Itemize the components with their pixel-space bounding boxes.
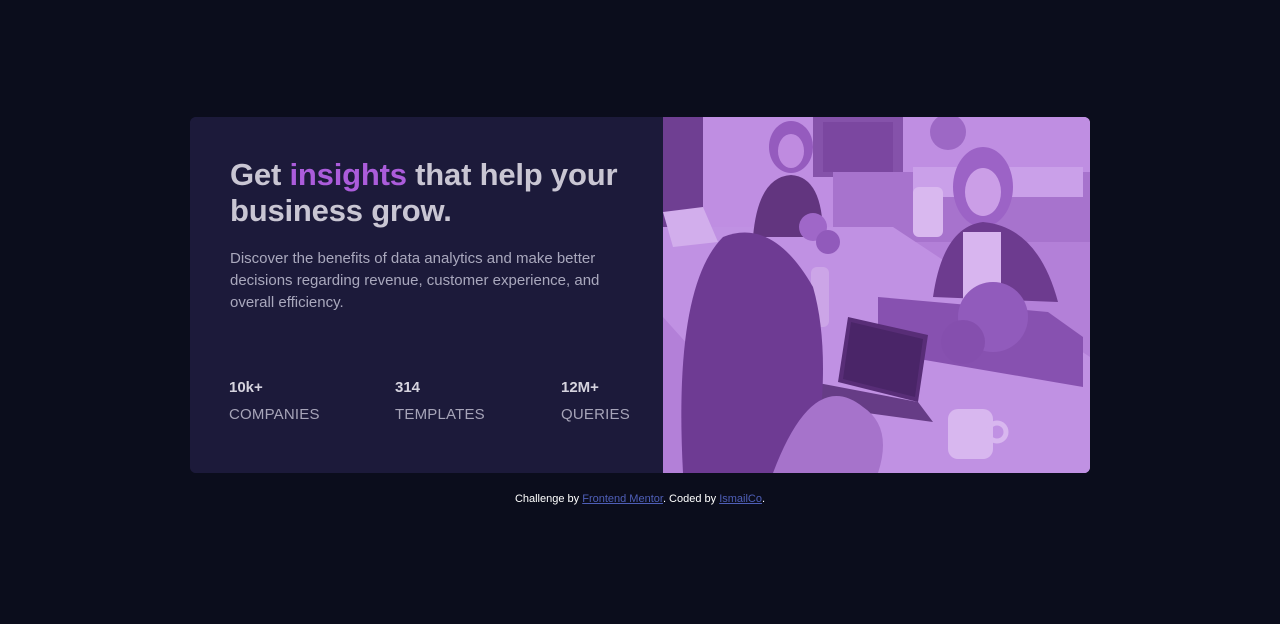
attribution-footer: Challenge by Frontend Mentor. Coded by I… xyxy=(0,493,1280,505)
headline-part1: Get xyxy=(230,157,290,192)
office-team-photo xyxy=(663,117,1090,473)
stat-value: 12M+ xyxy=(561,379,599,396)
frontend-mentor-link[interactable]: Frontend Mentor xyxy=(582,493,663,505)
footer-text: . xyxy=(762,493,766,505)
stats-card: Get insights that help your business gro… xyxy=(190,117,1090,473)
footer-text: Challenge by xyxy=(514,493,583,505)
description: Discover the benefits of data analytics … xyxy=(230,250,600,311)
stat-companies: 10k+ COMPANIES xyxy=(229,379,320,424)
stats-row: 10k+ COMPANIES 314 TEMPLATES 12M+ QUERIE… xyxy=(229,379,630,429)
stat-label: QUERIES xyxy=(561,406,630,423)
stat-label: TEMPLATES xyxy=(395,406,485,423)
headline-accent: insights xyxy=(289,157,407,192)
stat-value: 314 xyxy=(395,379,421,396)
author-link[interactable]: IsmailCo xyxy=(719,493,762,505)
stat-value: 10k+ xyxy=(229,379,263,396)
page-title: Get insights that help your business gro… xyxy=(230,157,650,229)
stat-label: COMPANIES xyxy=(229,406,320,423)
footer-text: . Coded by xyxy=(662,493,720,505)
card-text-panel: Get insights that help your business gro… xyxy=(190,117,663,473)
stat-templates: 314 TEMPLATES xyxy=(395,379,485,424)
header-image xyxy=(663,117,1090,473)
stat-queries: 12M+ QUERIES xyxy=(561,379,630,424)
